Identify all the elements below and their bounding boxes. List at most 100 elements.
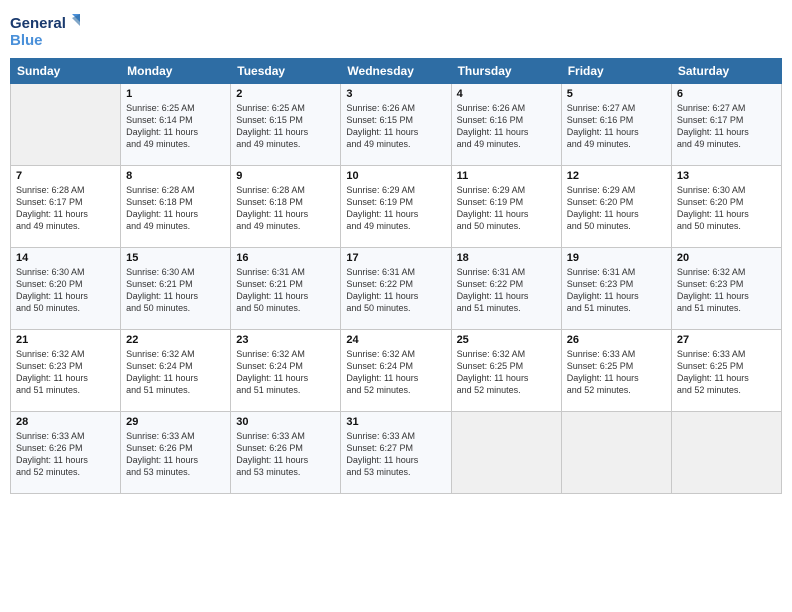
calendar-cell: 25 Sunrise: 6:32 AM Sunset: 6:25 PM Dayli… (451, 330, 561, 412)
day-info: Sunrise: 6:28 AM Sunset: 6:18 PM Dayligh… (126, 184, 225, 233)
day-info: Sunrise: 6:33 AM Sunset: 6:26 PM Dayligh… (126, 430, 225, 479)
day-info: Sunrise: 6:30 AM Sunset: 6:20 PM Dayligh… (16, 266, 115, 315)
calendar-cell (11, 84, 121, 166)
day-info: Sunrise: 6:32 AM Sunset: 6:24 PM Dayligh… (126, 348, 225, 397)
calendar-cell: 14 Sunrise: 6:30 AM Sunset: 6:20 PM Dayli… (11, 248, 121, 330)
day-info: Sunrise: 6:30 AM Sunset: 6:20 PM Dayligh… (677, 184, 776, 233)
day-info: Sunrise: 6:32 AM Sunset: 6:24 PM Dayligh… (236, 348, 335, 397)
calendar-table: SundayMondayTuesdayWednesdayThursdayFrid… (10, 58, 782, 494)
calendar-cell: 8 Sunrise: 6:28 AM Sunset: 6:18 PM Daylig… (121, 166, 231, 248)
calendar-week-4: 21 Sunrise: 6:32 AM Sunset: 6:23 PM Dayli… (11, 330, 782, 412)
day-number: 14 (16, 252, 115, 264)
day-info: Sunrise: 6:29 AM Sunset: 6:20 PM Dayligh… (567, 184, 666, 233)
calendar-cell: 22 Sunrise: 6:32 AM Sunset: 6:24 PM Dayli… (121, 330, 231, 412)
day-info: Sunrise: 6:33 AM Sunset: 6:26 PM Dayligh… (16, 430, 115, 479)
calendar-cell: 26 Sunrise: 6:33 AM Sunset: 6:25 PM Dayli… (561, 330, 671, 412)
day-number: 6 (677, 88, 776, 100)
calendar-cell: 2 Sunrise: 6:25 AM Sunset: 6:15 PM Daylig… (231, 84, 341, 166)
calendar-cell: 1 Sunrise: 6:25 AM Sunset: 6:14 PM Daylig… (121, 84, 231, 166)
day-number: 4 (457, 88, 556, 100)
day-number: 28 (16, 416, 115, 428)
day-number: 25 (457, 334, 556, 346)
day-number: 17 (346, 252, 445, 264)
calendar-cell (451, 412, 561, 494)
calendar-cell: 30 Sunrise: 6:33 AM Sunset: 6:26 PM Dayli… (231, 412, 341, 494)
day-number: 29 (126, 416, 225, 428)
weekday-header-monday: Monday (121, 59, 231, 84)
calendar-cell: 5Sunrise: 6:27 AM Sunset: 6:16 PM Daylig… (561, 84, 671, 166)
calendar-cell: 29 Sunrise: 6:33 AM Sunset: 6:26 PM Dayli… (121, 412, 231, 494)
calendar-cell: 3 Sunrise: 6:26 AM Sunset: 6:15 PM Daylig… (341, 84, 451, 166)
day-number: 1 (126, 88, 225, 100)
day-info: Sunrise: 6:26 AM Sunset: 6:15 PM Dayligh… (346, 102, 445, 151)
day-number: 13 (677, 170, 776, 182)
logo: General Blue (10, 10, 80, 50)
calendar-cell: 18 Sunrise: 6:31 AM Sunset: 6:22 PM Dayli… (451, 248, 561, 330)
calendar-cell: 21 Sunrise: 6:32 AM Sunset: 6:23 PM Dayli… (11, 330, 121, 412)
day-info: Sunrise: 6:30 AM Sunset: 6:21 PM Dayligh… (126, 266, 225, 315)
calendar-cell: 11Sunrise: 6:29 AM Sunset: 6:19 PM Dayli… (451, 166, 561, 248)
day-number: 16 (236, 252, 335, 264)
day-info: Sunrise: 6:32 AM Sunset: 6:24 PM Dayligh… (346, 348, 445, 397)
day-number: 5 (567, 88, 666, 100)
day-info: Sunrise: 6:31 AM Sunset: 6:21 PM Dayligh… (236, 266, 335, 315)
day-info: Sunrise: 6:26 AM Sunset: 6:16 PM Dayligh… (457, 102, 556, 151)
calendar-week-3: 14 Sunrise: 6:30 AM Sunset: 6:20 PM Dayli… (11, 248, 782, 330)
weekday-header-wednesday: Wednesday (341, 59, 451, 84)
day-number: 2 (236, 88, 335, 100)
calendar-cell: 28 Sunrise: 6:33 AM Sunset: 6:26 PM Dayli… (11, 412, 121, 494)
header: General Blue (10, 10, 782, 50)
logo-svg: General Blue (10, 10, 80, 50)
day-info: Sunrise: 6:33 AM Sunset: 6:27 PM Dayligh… (346, 430, 445, 479)
day-info: Sunrise: 6:29 AM Sunset: 6:19 PM Dayligh… (346, 184, 445, 233)
day-info: Sunrise: 6:31 AM Sunset: 6:23 PM Dayligh… (567, 266, 666, 315)
day-info: Sunrise: 6:28 AM Sunset: 6:18 PM Dayligh… (236, 184, 335, 233)
calendar-cell: 19Sunrise: 6:31 AM Sunset: 6:23 PM Dayli… (561, 248, 671, 330)
calendar-cell: 31 Sunrise: 6:33 AM Sunset: 6:27 PM Dayli… (341, 412, 451, 494)
day-number: 18 (457, 252, 556, 264)
day-number: 31 (346, 416, 445, 428)
day-info: Sunrise: 6:25 AM Sunset: 6:14 PM Dayligh… (126, 102, 225, 151)
calendar-cell: 16 Sunrise: 6:31 AM Sunset: 6:21 PM Dayli… (231, 248, 341, 330)
calendar-cell: 27 Sunrise: 6:33 AM Sunset: 6:25 PM Dayli… (671, 330, 781, 412)
day-number: 8 (126, 170, 225, 182)
day-info: Sunrise: 6:27 AM Sunset: 6:17 PM Dayligh… (677, 102, 776, 151)
day-info: Sunrise: 6:31 AM Sunset: 6:22 PM Dayligh… (346, 266, 445, 315)
day-number: 24 (346, 334, 445, 346)
svg-text:General: General (10, 15, 66, 32)
day-number: 10 (346, 170, 445, 182)
day-info: Sunrise: 6:32 AM Sunset: 6:23 PM Dayligh… (16, 348, 115, 397)
day-info: Sunrise: 6:32 AM Sunset: 6:25 PM Dayligh… (457, 348, 556, 397)
calendar-cell: 10 Sunrise: 6:29 AM Sunset: 6:19 PM Dayli… (341, 166, 451, 248)
calendar-cell (561, 412, 671, 494)
calendar-cell: 23Sunrise: 6:32 AM Sunset: 6:24 PM Dayli… (231, 330, 341, 412)
day-number: 20 (677, 252, 776, 264)
day-number: 27 (677, 334, 776, 346)
day-info: Sunrise: 6:33 AM Sunset: 6:25 PM Dayligh… (567, 348, 666, 397)
svg-text:Blue: Blue (10, 32, 43, 49)
day-info: Sunrise: 6:28 AM Sunset: 6:17 PM Dayligh… (16, 184, 115, 233)
weekday-header-tuesday: Tuesday (231, 59, 341, 84)
day-number: 11 (457, 170, 556, 182)
day-info: Sunrise: 6:25 AM Sunset: 6:15 PM Dayligh… (236, 102, 335, 151)
calendar-cell: 4 Sunrise: 6:26 AM Sunset: 6:16 PM Daylig… (451, 84, 561, 166)
day-info: Sunrise: 6:33 AM Sunset: 6:25 PM Dayligh… (677, 348, 776, 397)
day-number: 3 (346, 88, 445, 100)
day-number: 21 (16, 334, 115, 346)
weekday-header-thursday: Thursday (451, 59, 561, 84)
day-info: Sunrise: 6:31 AM Sunset: 6:22 PM Dayligh… (457, 266, 556, 315)
day-number: 15 (126, 252, 225, 264)
day-info: Sunrise: 6:33 AM Sunset: 6:26 PM Dayligh… (236, 430, 335, 479)
calendar-cell: 15 Sunrise: 6:30 AM Sunset: 6:21 PM Dayli… (121, 248, 231, 330)
day-number: 12 (567, 170, 666, 182)
calendar-header: SundayMondayTuesdayWednesdayThursdayFrid… (11, 59, 782, 84)
calendar-cell (671, 412, 781, 494)
calendar-cell: 12 Sunrise: 6:29 AM Sunset: 6:20 PM Dayli… (561, 166, 671, 248)
calendar-week-1: 1 Sunrise: 6:25 AM Sunset: 6:14 PM Daylig… (11, 84, 782, 166)
calendar-cell: 6 Sunrise: 6:27 AM Sunset: 6:17 PM Daylig… (671, 84, 781, 166)
day-number: 22 (126, 334, 225, 346)
weekday-header-sunday: Sunday (11, 59, 121, 84)
day-number: 26 (567, 334, 666, 346)
day-number: 30 (236, 416, 335, 428)
calendar-week-2: 7Sunrise: 6:28 AM Sunset: 6:17 PM Daylig… (11, 166, 782, 248)
